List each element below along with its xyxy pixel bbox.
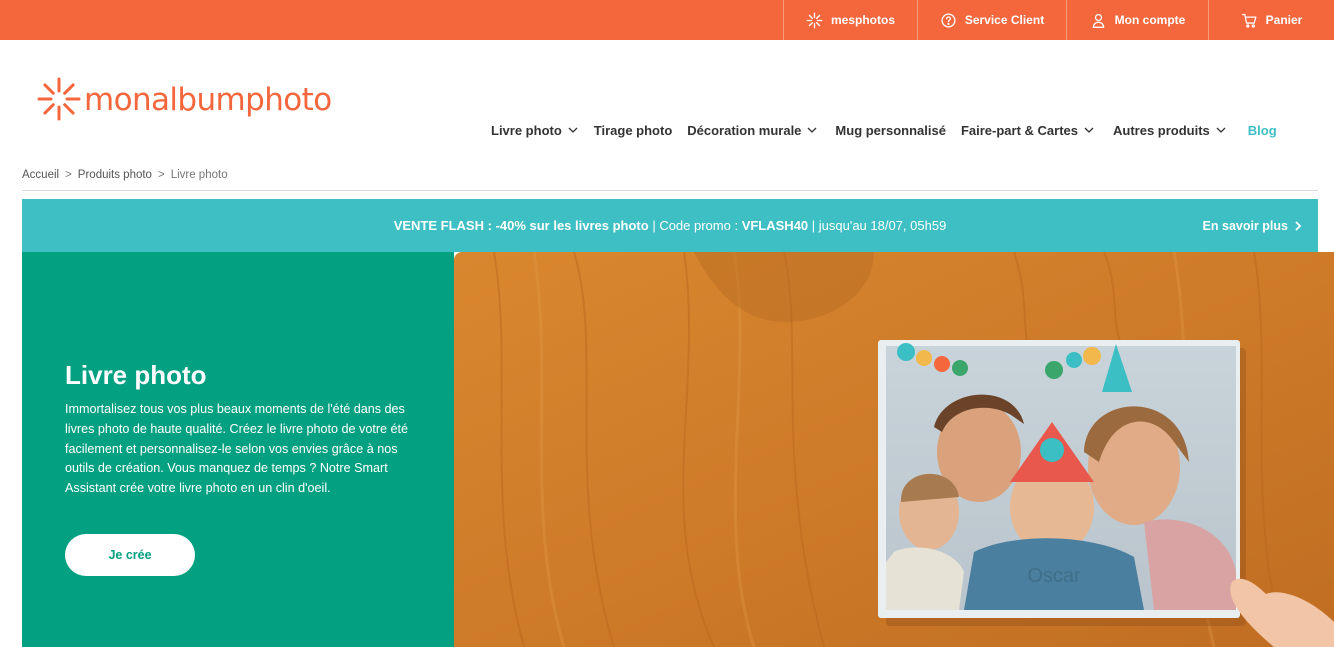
nav-mug-personnalise[interactable]: Mug personnalisé <box>835 123 946 138</box>
breadcrumb-accueil[interactable]: Accueil <box>22 169 59 181</box>
breadcrumb-divider <box>22 190 1318 191</box>
nav-blog-label: Blog <box>1247 122 1277 138</box>
nav-livre-photo-label: Livre photo <box>491 122 562 138</box>
nav-livre-photo[interactable]: Livre photo <box>491 123 578 138</box>
promo-headline: VENTE FLASH : -40% sur les livres photo <box>393 218 649 233</box>
panier-link[interactable]: Panier <box>1208 0 1334 40</box>
breadcrumb-separator: > <box>157 169 165 181</box>
en-savoir-plus-label: En savoir plus <box>1202 218 1288 233</box>
promo-validity: | jusqu'au 18/07, 05h59 <box>808 218 947 233</box>
nav-tirage-photo-label: Tirage photo <box>593 122 673 138</box>
hero-text-panel: Livre photo Immortalisez tous vos plus b… <box>22 252 454 647</box>
nav-faire-part-cartes[interactable]: Faire-part & Cartes <box>961 123 1094 138</box>
sparkle-icon <box>806 12 823 28</box>
chevron-down-icon <box>568 127 578 133</box>
promo-code-label: Code promo : <box>659 218 742 233</box>
photo-caption: Oscar <box>1027 565 1081 587</box>
hero-title: Livre photo <box>65 360 207 390</box>
mon-compte-link[interactable]: Mon compte <box>1066 0 1208 40</box>
en-savoir-plus-link[interactable]: En savoir plus <box>1203 199 1302 252</box>
mesphotos-label: mesphotos <box>830 13 895 27</box>
photo-book-illustration: Oscar <box>454 252 1334 647</box>
breadcrumb-produits-photo[interactable]: Produits photo <box>78 169 152 181</box>
brand-logo[interactable]: monalbumphoto <box>36 70 332 130</box>
chevron-down-icon <box>1084 127 1094 133</box>
nav-faire-part-cartes-label: Faire-part & Cartes <box>960 122 1078 138</box>
service-client-link[interactable]: Service Client <box>917 0 1066 40</box>
promo-banner: VENTE FLASH : -40% sur les livres photo … <box>22 199 1318 252</box>
je-cree-button[interactable]: Je crée <box>65 534 195 576</box>
nav-tirage-photo[interactable]: Tirage photo <box>594 123 672 138</box>
nav-mug-personnalise-label: Mug personnalisé <box>835 122 946 138</box>
brand-name: monalbumphoto <box>84 82 332 118</box>
chevron-down-icon <box>807 127 817 133</box>
main-navigation: Livre photo Tirage photo Décoration mura… <box>491 121 1277 139</box>
top-utility-links: mesphotos Service Client Mon compte Pani… <box>783 0 1334 40</box>
service-client-label: Service Client <box>964 13 1045 27</box>
chevron-right-icon <box>1295 220 1302 231</box>
mon-compte-label: Mon compte <box>1114 13 1186 27</box>
breadcrumb-separator: > <box>65 169 72 181</box>
hero-image: Oscar <box>454 252 1334 647</box>
mesphotos-link[interactable]: mesphotos <box>783 0 917 40</box>
help-circle-icon <box>941 12 956 28</box>
promo-separator: | <box>648 218 660 233</box>
nav-autres-produits-label: Autres produits <box>1113 122 1210 138</box>
hero-description: Immortalisez tous vos plus beaux moments… <box>65 402 409 496</box>
breadcrumb: Accueil > Produits photo > Livre photo <box>22 169 228 181</box>
nav-decoration-murale[interactable]: Décoration murale <box>687 123 817 138</box>
chevron-down-icon <box>1216 127 1226 133</box>
promo-text: VENTE FLASH : -40% sur les livres photo … <box>22 199 1318 252</box>
promo-code: VFLASH40 <box>741 218 809 233</box>
sunburst-logo-icon <box>37 77 81 121</box>
panier-label: Panier <box>1265 13 1303 27</box>
breadcrumb-current: Livre photo <box>170 169 228 181</box>
top-utility-bar: mesphotos Service Client Mon compte Pani… <box>0 0 1334 40</box>
nav-autres-produits[interactable]: Autres produits <box>1113 123 1226 138</box>
nav-blog[interactable]: Blog <box>1248 123 1277 138</box>
nav-decoration-murale-label: Décoration murale <box>687 122 802 138</box>
user-icon <box>1092 13 1104 28</box>
cart-icon <box>1241 13 1257 28</box>
